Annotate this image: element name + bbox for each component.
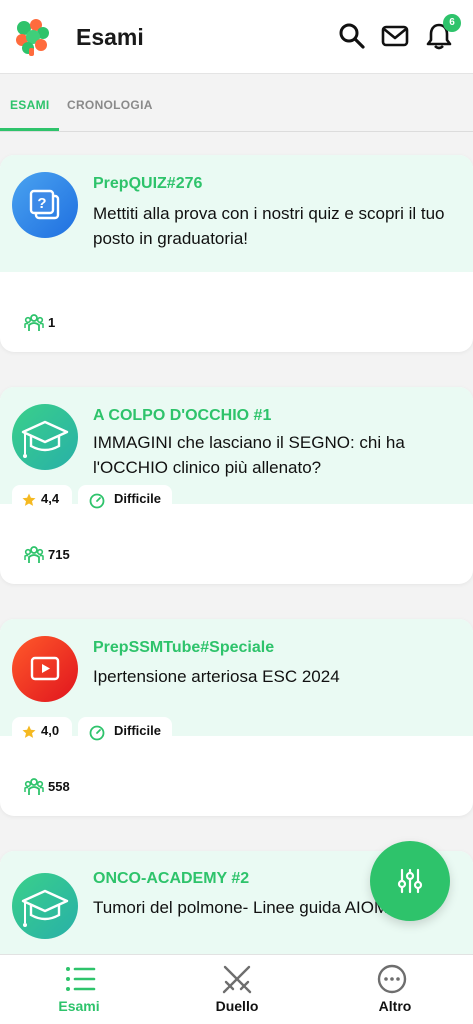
card-description: IMMAGINI che lasciano il SEGNO: chi ha l…: [93, 433, 405, 477]
nav-item-altro[interactable]: Altro: [316, 955, 473, 1024]
participants-icon: [24, 778, 44, 795]
nav-item-duello[interactable]: Duello: [158, 955, 316, 1024]
video-icon: [12, 636, 78, 702]
active-tab-indicator: [0, 128, 59, 131]
svg-text:?: ?: [37, 195, 46, 212]
page-title: Esami: [76, 24, 144, 50]
graduation-cap-icon: [12, 873, 78, 939]
tab-bar: ESAMI CRONOLOGIA: [0, 74, 473, 132]
filter-fab-button[interactable]: [370, 841, 450, 921]
difficulty-value: Difficile: [114, 491, 161, 506]
participants-icon: [24, 546, 44, 563]
mail-icon[interactable]: [381, 22, 409, 50]
swords-icon: [222, 965, 252, 994]
nav-item-esami[interactable]: Esami: [0, 955, 158, 1024]
nav-label-duello: Duello: [215, 998, 259, 1014]
exam-card[interactable]: PrepSSMTube#Speciale Ipertensione arteri…: [0, 619, 473, 816]
more-icon: [377, 964, 407, 994]
participants-value: 558: [48, 779, 70, 794]
rating-value: 4,4: [41, 491, 60, 506]
participants-icon: [24, 314, 44, 331]
exam-card[interactable]: A COLPO D'OCCHIO #1 IMMAGINI che lascian…: [0, 387, 473, 584]
card-description: Ipertensione arteriosa ESC 2024: [93, 667, 340, 686]
card-description: Mettiti alla prova con i nostri quiz e s…: [93, 204, 445, 248]
graduation-cap-icon: [12, 404, 78, 470]
rating-value: 4,0: [41, 723, 60, 738]
exam-card[interactable]: ? PrepQUIZ#276 Mettiti alla prova con i …: [0, 155, 473, 352]
list-icon: [66, 967, 96, 991]
nav-label-altro: Altro: [378, 998, 412, 1014]
star-icon: [22, 493, 36, 506]
brain-logo-icon: [16, 19, 49, 56]
difficulty-pill: Difficile: [78, 485, 172, 515]
difficulty-value: Difficile: [114, 723, 161, 738]
tab-esami[interactable]: ESAMI: [10, 98, 50, 112]
tab-cronologia[interactable]: CRONOLOGIA: [67, 98, 153, 112]
app-root: Esami 6 ESAMI CRONOLOGIA ? PrepQUIZ#276 …: [0, 0, 473, 1024]
participants-value: 1: [48, 315, 56, 330]
participants-count: 1: [24, 313, 55, 333]
rating-pill: 4,4: [12, 485, 72, 515]
star-icon: [22, 725, 36, 738]
app-header: Esami 6: [0, 0, 473, 74]
participants-value: 715: [48, 547, 70, 562]
notification-badge: 6: [443, 14, 461, 32]
card-tag: PrepQUIZ#276: [93, 175, 203, 192]
rating-pill: 4,0: [12, 717, 72, 747]
difficulty-pill: Difficile: [78, 717, 172, 747]
gauge-icon: [89, 493, 105, 509]
sliders-icon: [397, 868, 423, 894]
gauge-icon: [89, 725, 105, 741]
quiz-icon: ?: [12, 172, 78, 238]
card-tag: PrepSSMTube#Speciale: [93, 639, 275, 656]
participants-count: 715: [24, 545, 70, 565]
card-tag: A COLPO D'OCCHIO #1: [93, 407, 272, 424]
participants-count: 558: [24, 777, 70, 797]
nav-label-esami: Esami: [58, 998, 100, 1014]
card-tag: ONCO-ACADEMY #2: [93, 870, 250, 887]
search-icon[interactable]: [338, 22, 366, 50]
bottom-navigation: Esami Duello Altro: [0, 954, 473, 1024]
